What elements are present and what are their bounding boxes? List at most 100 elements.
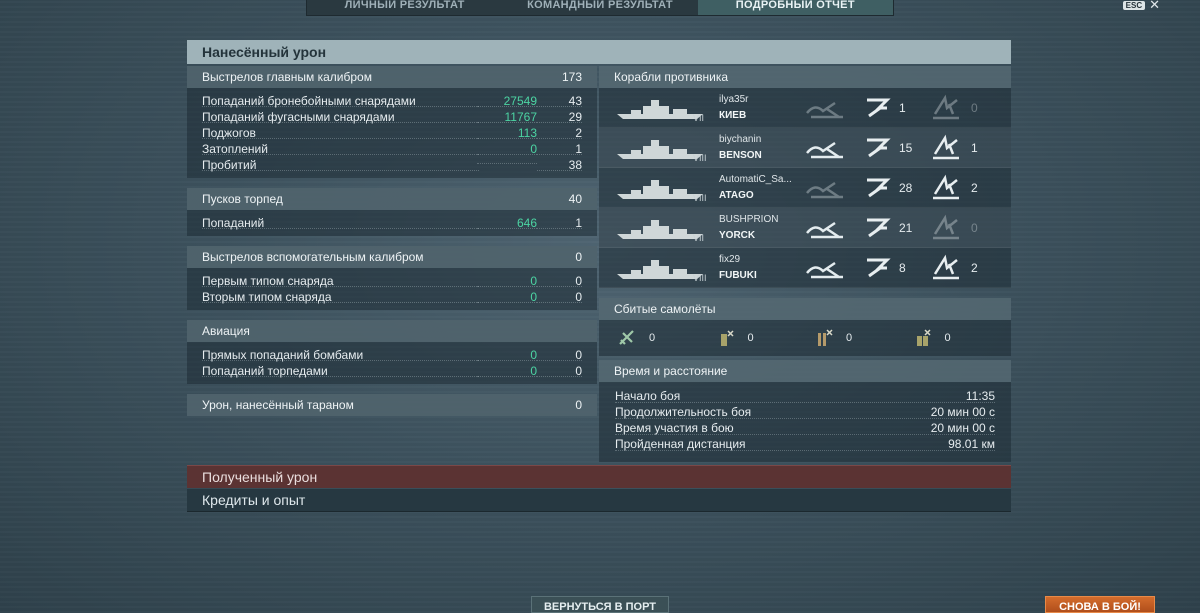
plane-stat: 0 bbox=[617, 328, 716, 348]
close-icon[interactable]: ✕ bbox=[1149, 0, 1160, 11]
fire-icon bbox=[931, 214, 961, 240]
fire-icon bbox=[931, 134, 961, 160]
hits-count: 1 bbox=[899, 101, 906, 115]
stat-rows: Попаданий 646 1 bbox=[187, 210, 597, 236]
enemy-ships-header: Корабли противника bbox=[599, 66, 1011, 88]
time-value: 11:35 bbox=[965, 389, 995, 403]
section-header: Урон, нанесённый тараном 0 bbox=[187, 394, 597, 416]
section-value: 0 bbox=[575, 398, 582, 412]
esc-key-badge: ESC bbox=[1122, 0, 1146, 10]
stat-row: Затоплений 0 1 bbox=[187, 141, 597, 157]
close-control[interactable]: ESC ✕ bbox=[1122, 0, 1160, 11]
time-label: Время участия в бою bbox=[615, 421, 734, 435]
tab-personal-result[interactable]: ЛИЧНЫЙ РЕЗУЛЬТАТ bbox=[307, 0, 502, 15]
stat-label: Вторым типом снаряда bbox=[202, 290, 479, 304]
enemy-ship-row: VIII fix29 FUBUKI 8 2 bbox=[599, 248, 1011, 288]
player-name: AutomatiC_Sa... bbox=[719, 174, 792, 185]
credits-experience-section[interactable]: Кредиты и опыт bbox=[187, 489, 1011, 512]
ram-section: Урон, нанесённый тараном 0 bbox=[187, 394, 597, 416]
stat-label: Затоплений bbox=[202, 142, 479, 156]
stat-label: Прямых попаданий бомбами bbox=[202, 348, 479, 362]
return-to-port-button[interactable]: ВЕРНУТЬСЯ В ПОРТ bbox=[531, 596, 669, 613]
fire-icon bbox=[931, 94, 961, 120]
stat-damage: 27549 bbox=[477, 94, 537, 108]
section-title: Время и расстояние bbox=[614, 364, 728, 378]
enemy-ship-row: VII BUSHPRION YORCK 21 0 bbox=[599, 208, 1011, 248]
time-row: Начало боя 11:35 bbox=[599, 388, 1011, 404]
battle-again-button[interactable]: СНОВА В БОЙ! bbox=[1045, 596, 1155, 613]
section-header: Пусков торпед 40 bbox=[187, 188, 597, 210]
stat-label: Пробитий bbox=[202, 158, 479, 172]
section-title: Авиация bbox=[202, 324, 250, 338]
stat-label: Попаданий фугасными снарядами bbox=[202, 110, 479, 124]
stat-label: Попаданий bbox=[202, 216, 479, 230]
hits-icon bbox=[863, 214, 891, 240]
stat-label: Попаданий бронебойными снарядами bbox=[202, 94, 479, 108]
stat-row: Прямых попаданий бомбами 0 0 bbox=[187, 347, 597, 363]
result-tabs: ЛИЧНЫЙ РЕЗУЛЬТАТ КОМАНДНЫЙ РЕЗУЛЬТАТ ПОД… bbox=[306, 0, 894, 16]
stat-count: 0 bbox=[537, 290, 582, 304]
sunk-icon bbox=[805, 175, 845, 201]
damage-received-section[interactable]: Полученный урон bbox=[187, 465, 1011, 488]
damage-dealt-header[interactable]: Нанесённый урон bbox=[187, 40, 1011, 64]
hits-icon bbox=[863, 174, 891, 200]
section-title: Сбитые самолёты bbox=[614, 302, 716, 316]
torpedo-bomber-icon bbox=[818, 329, 833, 346]
sunk-icon bbox=[805, 215, 845, 241]
stat-count: 1 bbox=[537, 216, 582, 230]
ship-name: ATAGO bbox=[719, 190, 754, 201]
fires-count: 2 bbox=[971, 261, 978, 275]
stat-row: Попаданий 646 1 bbox=[187, 215, 597, 231]
fires-count: 1 bbox=[971, 141, 978, 155]
ship-name: BENSON bbox=[719, 150, 762, 161]
main-caliber-section: Выстрелов главным калибром 173 Попаданий… bbox=[187, 66, 597, 178]
plane-count: 0 bbox=[747, 332, 754, 344]
stat-damage: 0 bbox=[477, 364, 537, 378]
hits-count: 28 bbox=[899, 181, 913, 195]
stat-label: Первым типом снаряда bbox=[202, 274, 479, 288]
dive-bomber-icon bbox=[916, 329, 931, 346]
stat-count: 1 bbox=[537, 142, 582, 156]
section-title: Пусков торпед bbox=[202, 192, 283, 206]
player-name: fix29 bbox=[719, 254, 741, 265]
ship-tier: VII bbox=[693, 113, 705, 123]
section-title: Урон, нанесённый тараном bbox=[202, 398, 354, 412]
stat-label: Попаданий торпедами bbox=[202, 364, 479, 378]
ship-name: YORCK bbox=[719, 230, 756, 241]
planes-shot-down: 0 0 0 0 bbox=[599, 320, 1011, 356]
stat-damage: 0 bbox=[477, 142, 537, 156]
plane-stat: 0 bbox=[814, 328, 913, 348]
time-row: Пройденная дистанция 98.01 км bbox=[599, 436, 1011, 452]
torpedoes-section: Пусков торпед 40 Попаданий 646 1 bbox=[187, 188, 597, 236]
stat-rows: Первым типом снаряда 0 0 Вторым типом снар… bbox=[187, 268, 597, 310]
stat-rows: Прямых попаданий бомбами 0 0 Попаданий тор… bbox=[187, 342, 597, 384]
time-row: Продолжительность боя 20 мин 00 с bbox=[599, 404, 1011, 420]
time-value: 20 мин 00 с bbox=[930, 421, 995, 435]
section-title: Корабли противника bbox=[614, 70, 729, 84]
stat-label: Поджогов bbox=[202, 126, 479, 140]
plane-count: 0 bbox=[944, 332, 951, 344]
stat-damage: 0 bbox=[477, 348, 537, 362]
time-distance-list: Начало боя 11:35 Продолжительность боя 20 … bbox=[599, 382, 1011, 462]
stat-damage: 0 bbox=[477, 290, 537, 304]
stat-row: Первым типом снаряда 0 0 bbox=[187, 273, 597, 289]
ship-tier: VIII bbox=[693, 153, 707, 163]
ship-tier: VIII bbox=[693, 273, 707, 283]
bomber-plane-icon bbox=[720, 330, 734, 346]
stat-count: 29 bbox=[537, 110, 582, 124]
sunk-icon bbox=[805, 255, 845, 281]
aviation-section: Авиация Прямых попаданий бомбами 0 0 Попад… bbox=[187, 320, 597, 384]
hits-count: 8 bbox=[899, 261, 906, 275]
stat-damage: 113 bbox=[477, 126, 537, 140]
stat-rows: Попаданий бронебойными снарядами 27549 43 … bbox=[187, 88, 597, 178]
fire-icon bbox=[931, 174, 961, 200]
ship-tier: VIII bbox=[693, 193, 707, 203]
fires-count: 0 bbox=[971, 221, 978, 235]
enemy-ship-row: VIII biychanin BENSON 15 1 bbox=[599, 128, 1011, 168]
tab-team-result[interactable]: КОМАНДНЫЙ РЕЗУЛЬТАТ bbox=[502, 0, 697, 15]
fire-icon bbox=[931, 254, 961, 280]
planes-header: Сбитые самолёты bbox=[599, 298, 1011, 320]
time-value: 98.01 км bbox=[948, 437, 995, 451]
tab-detailed-report[interactable]: ПОДРОБНЫЙ ОТЧЕТ bbox=[697, 0, 893, 15]
stat-row: Вторым типом снаряда 0 0 bbox=[187, 289, 597, 305]
